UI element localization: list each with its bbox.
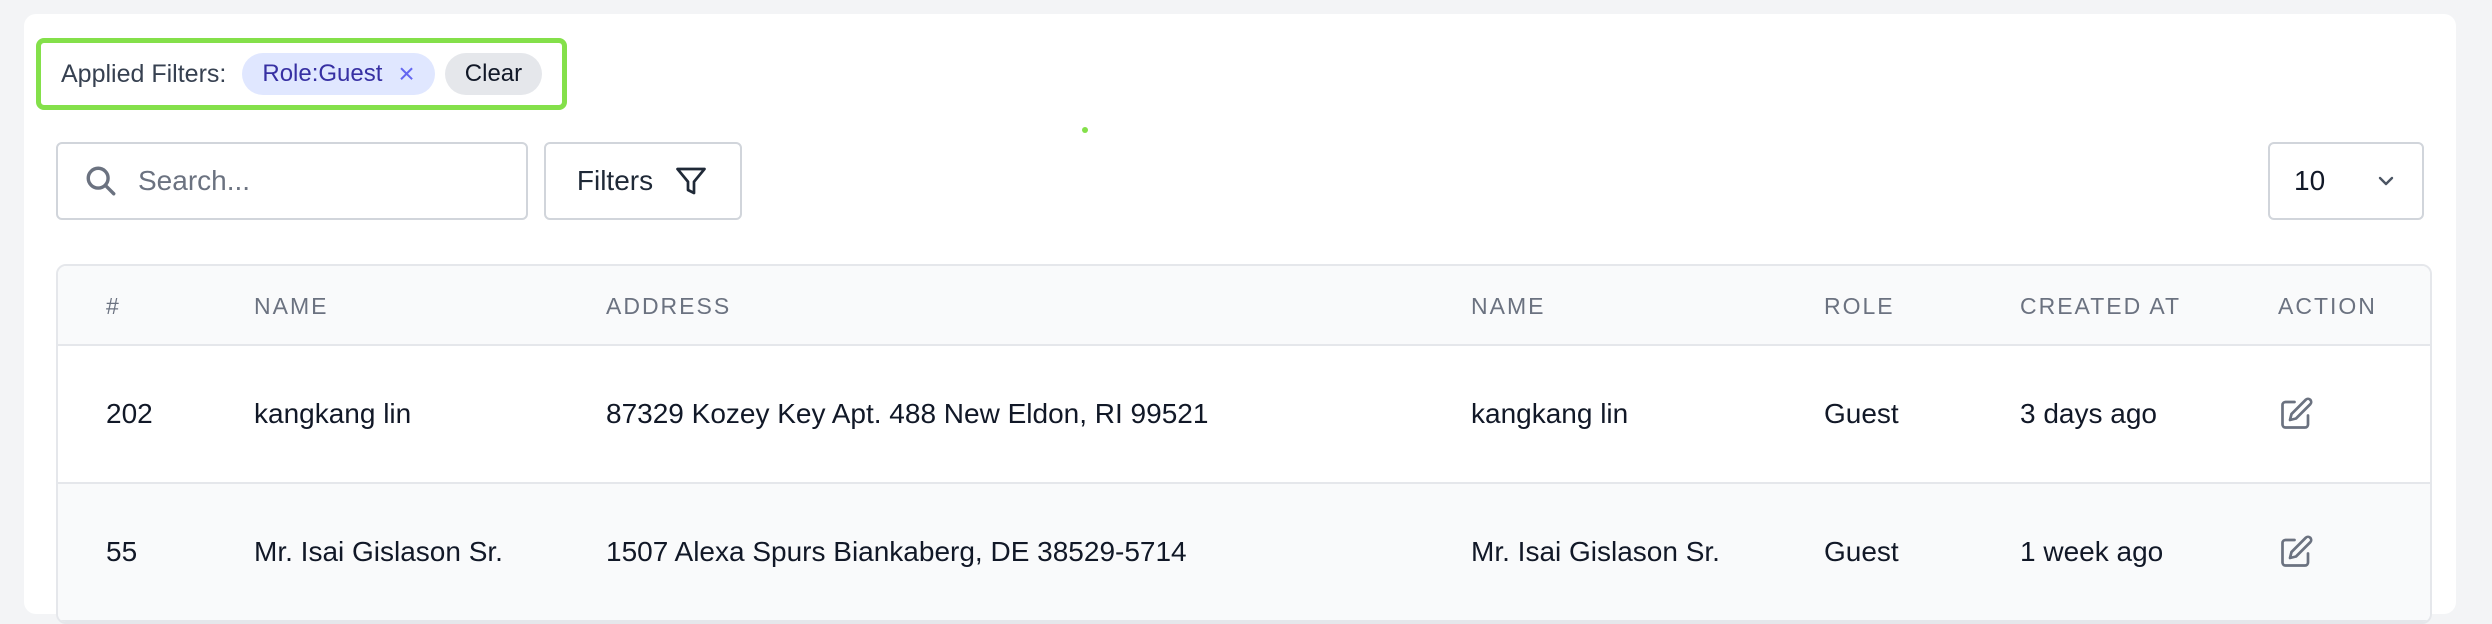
per-page-select[interactable]: 10	[2268, 142, 2424, 220]
close-icon[interactable]: ×	[398, 60, 414, 88]
cell-name: kangkang lin	[254, 398, 412, 429]
edit-button[interactable]	[2278, 346, 2314, 482]
cell-name-2: kangkang lin	[1471, 398, 1629, 429]
column-header-name[interactable]: NAME	[254, 266, 328, 346]
column-header-role[interactable]: ROLE	[1824, 266, 1895, 346]
table-row: 55 Mr. Isai Gislason Sr. 1507 Alexa Spur…	[58, 484, 2430, 622]
cell-id: 55	[106, 536, 138, 567]
users-panel: Applied Filters: Role:Guest × Clear Filt…	[24, 14, 2456, 624]
edit-icon[interactable]	[2278, 396, 2314, 432]
table-row: 202 kangkang lin 87329 Kozey Key Apt. 48…	[58, 346, 2430, 484]
cell-created-at: 3 days ago	[2020, 398, 2157, 429]
column-header-created-at[interactable]: CREATED AT	[2020, 266, 2181, 346]
cell-address: 87329 Kozey Key Apt. 488 New Eldon, RI 9…	[606, 398, 1209, 429]
filter-chip-role[interactable]: Role:Guest ×	[242, 53, 435, 95]
cell-role: Guest	[1824, 398, 1899, 429]
cell-id: 202	[106, 398, 153, 429]
applied-filters-bar: Applied Filters: Role:Guest × Clear	[36, 38, 568, 110]
chevron-down-icon	[2378, 176, 2394, 186]
edit-icon[interactable]	[2278, 534, 2314, 570]
clear-filters-button[interactable]: Clear	[444, 53, 543, 95]
applied-filters-label: Applied Filters:	[61, 59, 227, 88]
search-box[interactable]	[56, 142, 528, 220]
filters-button-label: Filters	[576, 165, 654, 196]
users-table: # NAME ADDRESS NAME ROLE CREATED AT ACTI…	[56, 264, 2432, 624]
cell-created-at: 1 week ago	[2020, 536, 2164, 567]
table-header: # NAME ADDRESS NAME ROLE CREATED AT ACTI…	[58, 266, 2430, 346]
column-header-name-2[interactable]: NAME	[1471, 266, 1545, 346]
column-header-address[interactable]: ADDRESS	[606, 266, 731, 346]
filter-chip-label: Role:Guest	[262, 60, 383, 87]
search-input[interactable]	[138, 165, 498, 197]
funnel-icon	[676, 167, 706, 195]
per-page-value: 10	[2294, 165, 2326, 196]
cell-role: Guest	[1824, 536, 1899, 567]
cell-name: Mr. Isai Gislason Sr.	[254, 536, 503, 567]
search-icon	[86, 166, 116, 196]
edit-button[interactable]	[2278, 484, 2314, 620]
cell-address: 1507 Alexa Spurs Biankaberg, DE 38529-57…	[606, 536, 1187, 567]
column-header-id[interactable]: #	[106, 266, 121, 346]
filters-button[interactable]: Filters	[544, 142, 742, 220]
column-header-action: ACTION	[2278, 292, 2377, 319]
loading-dot	[1082, 127, 1088, 133]
cell-name-2: Mr. Isai Gislason Sr.	[1471, 536, 1720, 567]
